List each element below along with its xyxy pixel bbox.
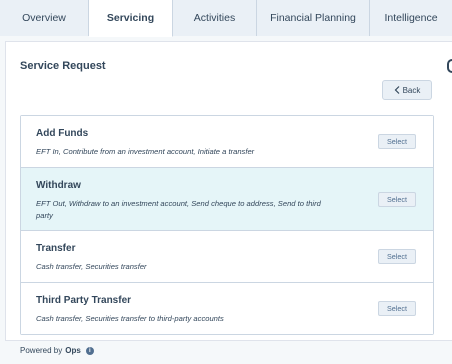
list-item-withdraw[interactable]: Withdraw EFT Out, Withdraw to an investm…	[21, 168, 433, 231]
tab-activities[interactable]: Activities	[173, 0, 257, 36]
tab-overview[interactable]: Overview	[0, 0, 89, 36]
list-item-add-funds[interactable]: Add Funds EFT In, Contribute from an inv…	[21, 116, 433, 168]
select-button[interactable]: Select	[378, 301, 416, 316]
list-item-title: Withdraw	[36, 180, 81, 191]
list-item-description: EFT Out, Withdraw to an investment accou…	[36, 199, 321, 220]
footer-prefix: Powered by	[20, 346, 63, 355]
back-button-label: Back	[402, 85, 421, 95]
select-button[interactable]: Select	[378, 249, 416, 264]
chevron-left-icon	[394, 86, 400, 94]
list-item-transfer[interactable]: Transfer Cash transfer, Securities trans…	[21, 231, 433, 283]
list-item-description: Cash transfer, Securities transfer to th…	[36, 314, 224, 323]
back-button[interactable]: Back	[382, 80, 432, 100]
collapsed-panel-edge[interactable]	[447, 59, 452, 73]
list-item-title: Transfer	[36, 243, 76, 254]
list-item-description: EFT In, Contribute from an investment ac…	[36, 147, 255, 156]
footer-brand: Ops	[65, 346, 81, 355]
list-item-description: Cash transfer, Securities transfer	[36, 262, 147, 271]
tab-financial-planning[interactable]: Financial Planning	[257, 0, 370, 36]
service-request-panel: Service Request Back Add Funds EFT In, C…	[5, 41, 452, 341]
select-button[interactable]: Select	[378, 134, 416, 149]
select-button[interactable]: Select	[378, 192, 416, 207]
page-title: Service Request	[20, 60, 106, 72]
info-icon[interactable]: i	[85, 346, 94, 355]
list-item-third-party-transfer[interactable]: Third Party Transfer Cash transfer, Secu…	[21, 283, 433, 334]
list-item-title: Add Funds	[36, 128, 89, 139]
powered-by-footer: Powered by Ops i	[20, 346, 94, 355]
tab-bar: Overview Servicing Activities Financial …	[0, 0, 452, 37]
service-request-list: Add Funds EFT In, Contribute from an inv…	[20, 115, 434, 335]
list-item-title: Third Party Transfer	[36, 295, 132, 306]
tab-intelligence[interactable]: Intelligence	[370, 0, 452, 36]
tab-servicing[interactable]: Servicing	[89, 0, 173, 37]
